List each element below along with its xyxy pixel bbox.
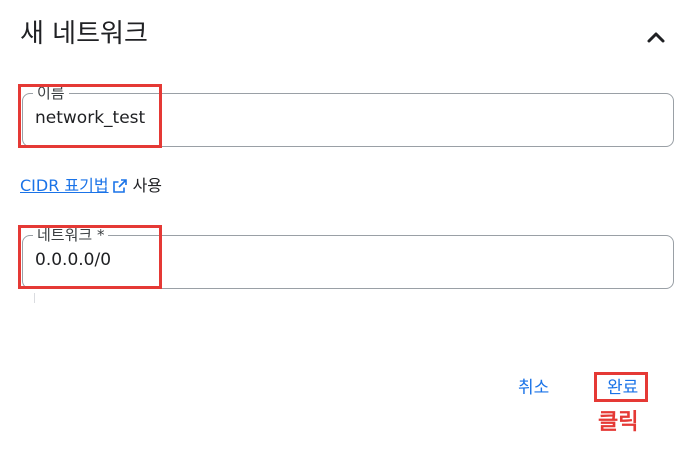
panel-title: 새 네트워크 (20, 19, 148, 49)
field-divider (34, 293, 35, 303)
cidr-notation-link[interactable]: CIDR 표기법 (20, 174, 109, 198)
network-field-label: 네트워크 * (33, 225, 109, 245)
name-input[interactable] (35, 108, 655, 128)
done-button[interactable]: 완료 (607, 376, 638, 400)
new-network-panel: 새 네트워크 이름 CIDR 표기법 사용 네트워크 * 취소 완료 클릭 (0, 0, 696, 450)
collapse-button[interactable] (640, 22, 672, 54)
chevron-up-icon (647, 32, 665, 43)
network-field: 네트워크 * (22, 225, 674, 289)
name-field-label: 이름 (33, 83, 69, 103)
network-input[interactable] (35, 250, 655, 270)
cidr-hint: CIDR 표기법 사용 (20, 174, 162, 198)
external-link-icon (112, 179, 127, 193)
cancel-button[interactable]: 취소 (518, 376, 549, 400)
name-field: 이름 (22, 83, 674, 147)
click-annotation: 클릭 (598, 410, 639, 435)
cidr-suffix-text: 사용 (132, 176, 163, 195)
